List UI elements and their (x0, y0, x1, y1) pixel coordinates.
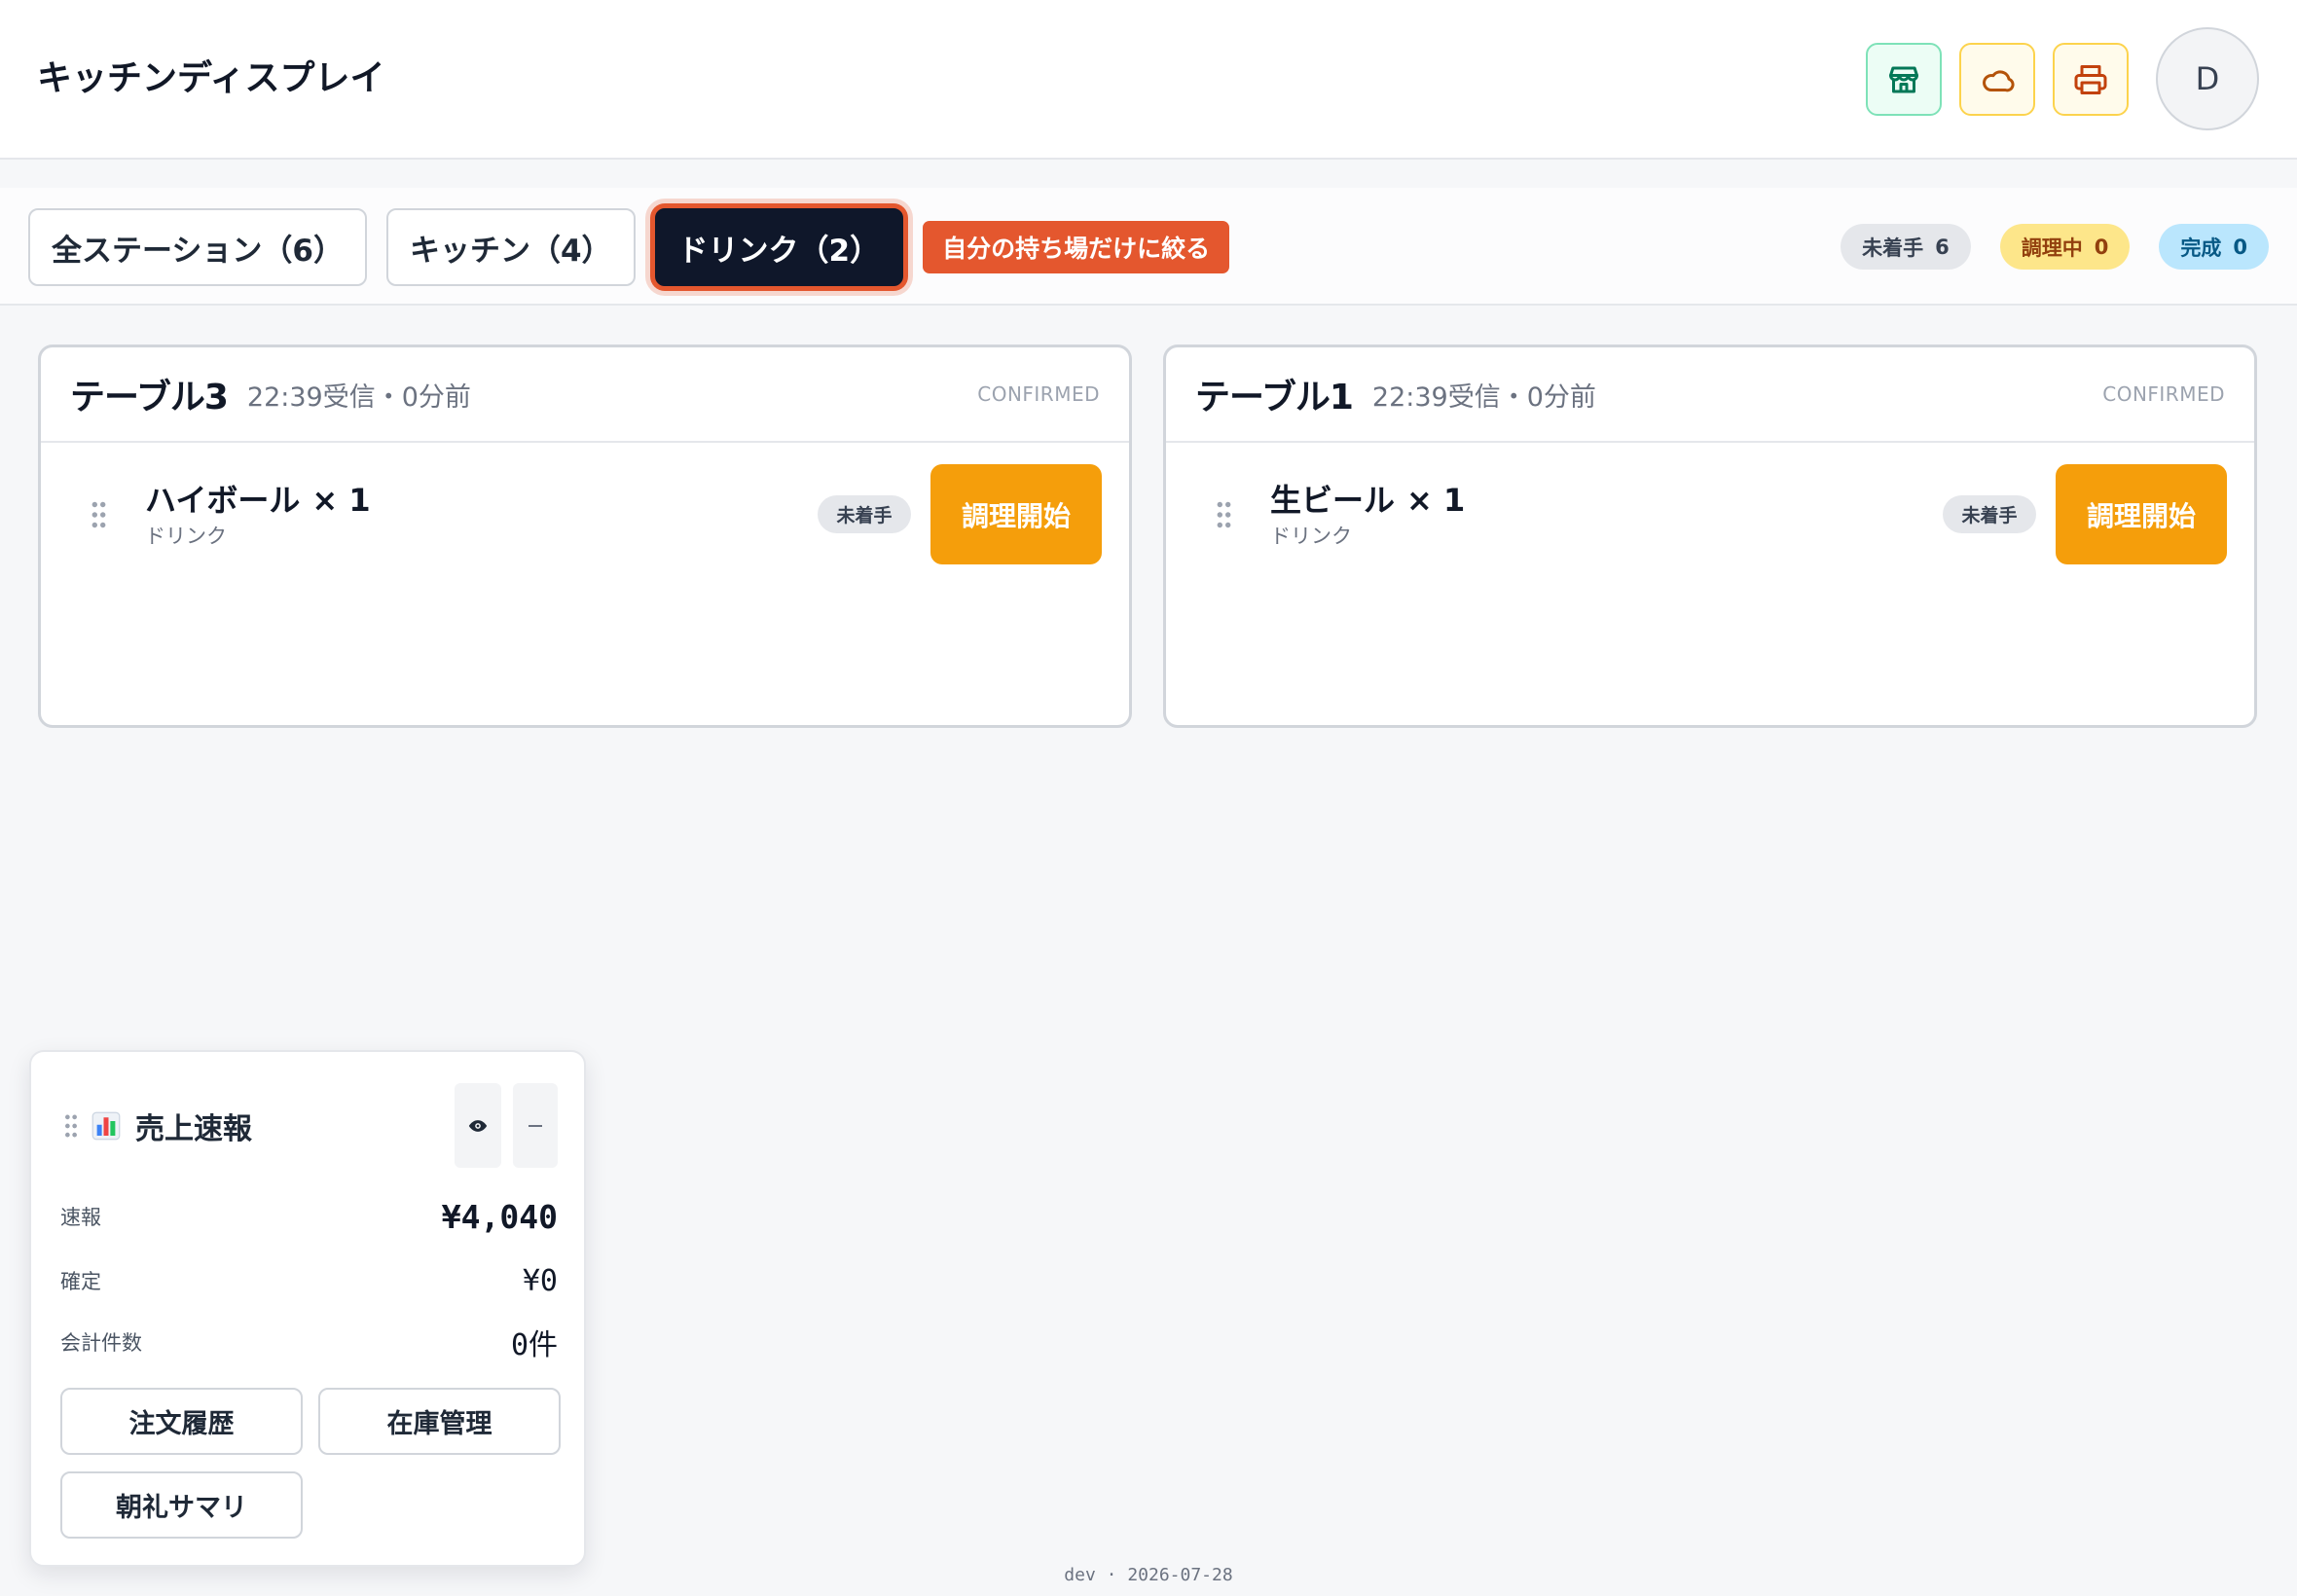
cloud-sync-button[interactable] (1959, 43, 2035, 116)
received-time: 22:39受信・0分前 (246, 381, 471, 413)
received-time: 22:39受信・0分前 (1371, 381, 1596, 413)
table-name: テーブル3 (70, 378, 229, 417)
sales-row-value: ¥0 (522, 1263, 558, 1298)
status-pill-label: 未着手 (1862, 236, 1924, 260)
toggle-visibility-button[interactable] (455, 1083, 501, 1168)
order-history-button[interactable]: 注文履歴 (60, 1388, 303, 1455)
sales-row-label: 会計件数 (60, 1331, 142, 1355)
order-status: CONFIRMED (977, 382, 1100, 406)
sales-widget-title: 売上速報 (135, 1111, 252, 1146)
build-info: dev · 2026-07-28 (1064, 1565, 1233, 1585)
status-pill-count: 0 (2233, 235, 2247, 259)
tab-kitchen[interactable]: キッチン（4） (385, 208, 636, 286)
drag-handle-icon[interactable] (64, 1113, 78, 1139)
mine-only-filter-button[interactable]: 自分の持ち場だけに絞る (923, 221, 1230, 273)
eye-icon (468, 1119, 488, 1132)
order-item-row: ハイボール × 1 ドリンク 未着手 調理開始 (41, 443, 1129, 564)
station-tabs: 全ステーション（6） キッチン（4） ドリンク（2） 自分の持ち場だけに絞る (28, 208, 1230, 286)
order-card: テーブル1 22:39受信・0分前 CONFIRMED 生ビール × 1 ドリンク… (1163, 345, 2257, 728)
status-pill-cooking[interactable]: 調理中 0 (1999, 224, 2131, 270)
item-state-badge: 未着手 (818, 495, 911, 533)
tab-drink[interactable]: ドリンク（2） (654, 208, 904, 286)
app-header: キッチンディスプレイ D (0, 0, 2297, 160)
page-title: キッチンディスプレイ (37, 58, 385, 98)
status-pill-label: 調理中 (2021, 236, 2083, 260)
sales-row-confirmed: 確定 ¥0 (60, 1256, 558, 1305)
item-state-badge: 未着手 (1943, 495, 2036, 533)
sales-widget-actions: 注文履歴 在庫管理 朝礼サマリ (60, 1388, 561, 1539)
sales-row-checkout-count: 会計件数 0件 (60, 1318, 558, 1366)
item-quantity: × 1 (1406, 481, 1466, 519)
sales-flash-widget: 売上速報 速報 ¥4,040 確定 ¥0 会計件数 0件 注文履歴 在庫管理 朝… (29, 1050, 586, 1567)
item-name: ハイボール (145, 481, 301, 519)
status-pill-label: 完成 (2180, 236, 2222, 260)
sales-row-label: 確定 (60, 1270, 101, 1293)
item-title: 生ビール × 1 (1270, 480, 1465, 521)
minus-icon (529, 1124, 542, 1127)
user-avatar[interactable]: D (2156, 27, 2259, 130)
morning-summary-button[interactable]: 朝礼サマリ (60, 1471, 303, 1539)
store-button[interactable] (1866, 43, 1942, 116)
status-pill-count: 6 (1935, 235, 1950, 259)
order-status: CONFIRMED (2102, 382, 2225, 406)
item-station: ドリンク (145, 524, 227, 548)
item-info: 生ビール × 1 ドリンク (1270, 480, 1465, 550)
drag-handle-icon[interactable] (91, 500, 106, 529)
sales-row-value: 0件 (510, 1328, 558, 1362)
status-pill-pending[interactable]: 未着手 6 (1841, 224, 1971, 270)
sales-row-label: 速報 (60, 1206, 101, 1229)
drag-handle-icon[interactable] (1217, 500, 1231, 529)
order-item-row: 生ビール × 1 ドリンク 未着手 調理開始 (1166, 443, 2254, 564)
start-cooking-button[interactable]: 調理開始 (930, 464, 1102, 564)
table-name: テーブル1 (1195, 378, 1354, 417)
status-pill-done[interactable]: 完成 0 (2159, 224, 2269, 270)
sales-row-value: ¥4,040 (441, 1197, 558, 1236)
bar-chart-icon (91, 1111, 121, 1140)
item-title: ハイボール × 1 (145, 480, 371, 521)
tab-all-stations[interactable]: 全ステーション（6） (28, 208, 367, 286)
printer-icon (2074, 64, 2107, 94)
item-name: 生ビール (1270, 481, 1396, 519)
sales-row-flash: 速報 ¥4,040 (60, 1192, 558, 1241)
cloud-icon (1983, 69, 2015, 91)
item-info: ハイボール × 1 ドリンク (145, 480, 371, 550)
status-pill-count: 0 (2094, 235, 2109, 259)
item-quantity: × 1 (311, 481, 371, 519)
station-filter-bar: 全ステーション（6） キッチン（4） ドリンク（2） 自分の持ち場だけに絞る 未… (0, 188, 2297, 306)
sales-widget-header: 売上速報 (31, 1083, 584, 1168)
inventory-button[interactable]: 在庫管理 (318, 1388, 561, 1455)
status-count-pills: 未着手 6 調理中 0 完成 0 (1841, 224, 2269, 270)
printer-button[interactable] (2053, 43, 2129, 116)
order-card: テーブル3 22:39受信・0分前 CONFIRMED ハイボール × 1 ドリン… (38, 345, 1132, 728)
minimize-widget-button[interactable] (513, 1083, 558, 1168)
item-station: ドリンク (1270, 524, 1352, 548)
store-icon (1889, 66, 1918, 92)
order-card-header: テーブル3 22:39受信・0分前 CONFIRMED (41, 347, 1129, 443)
order-card-header: テーブル1 22:39受信・0分前 CONFIRMED (1166, 347, 2254, 443)
start-cooking-button[interactable]: 調理開始 (2056, 464, 2227, 564)
